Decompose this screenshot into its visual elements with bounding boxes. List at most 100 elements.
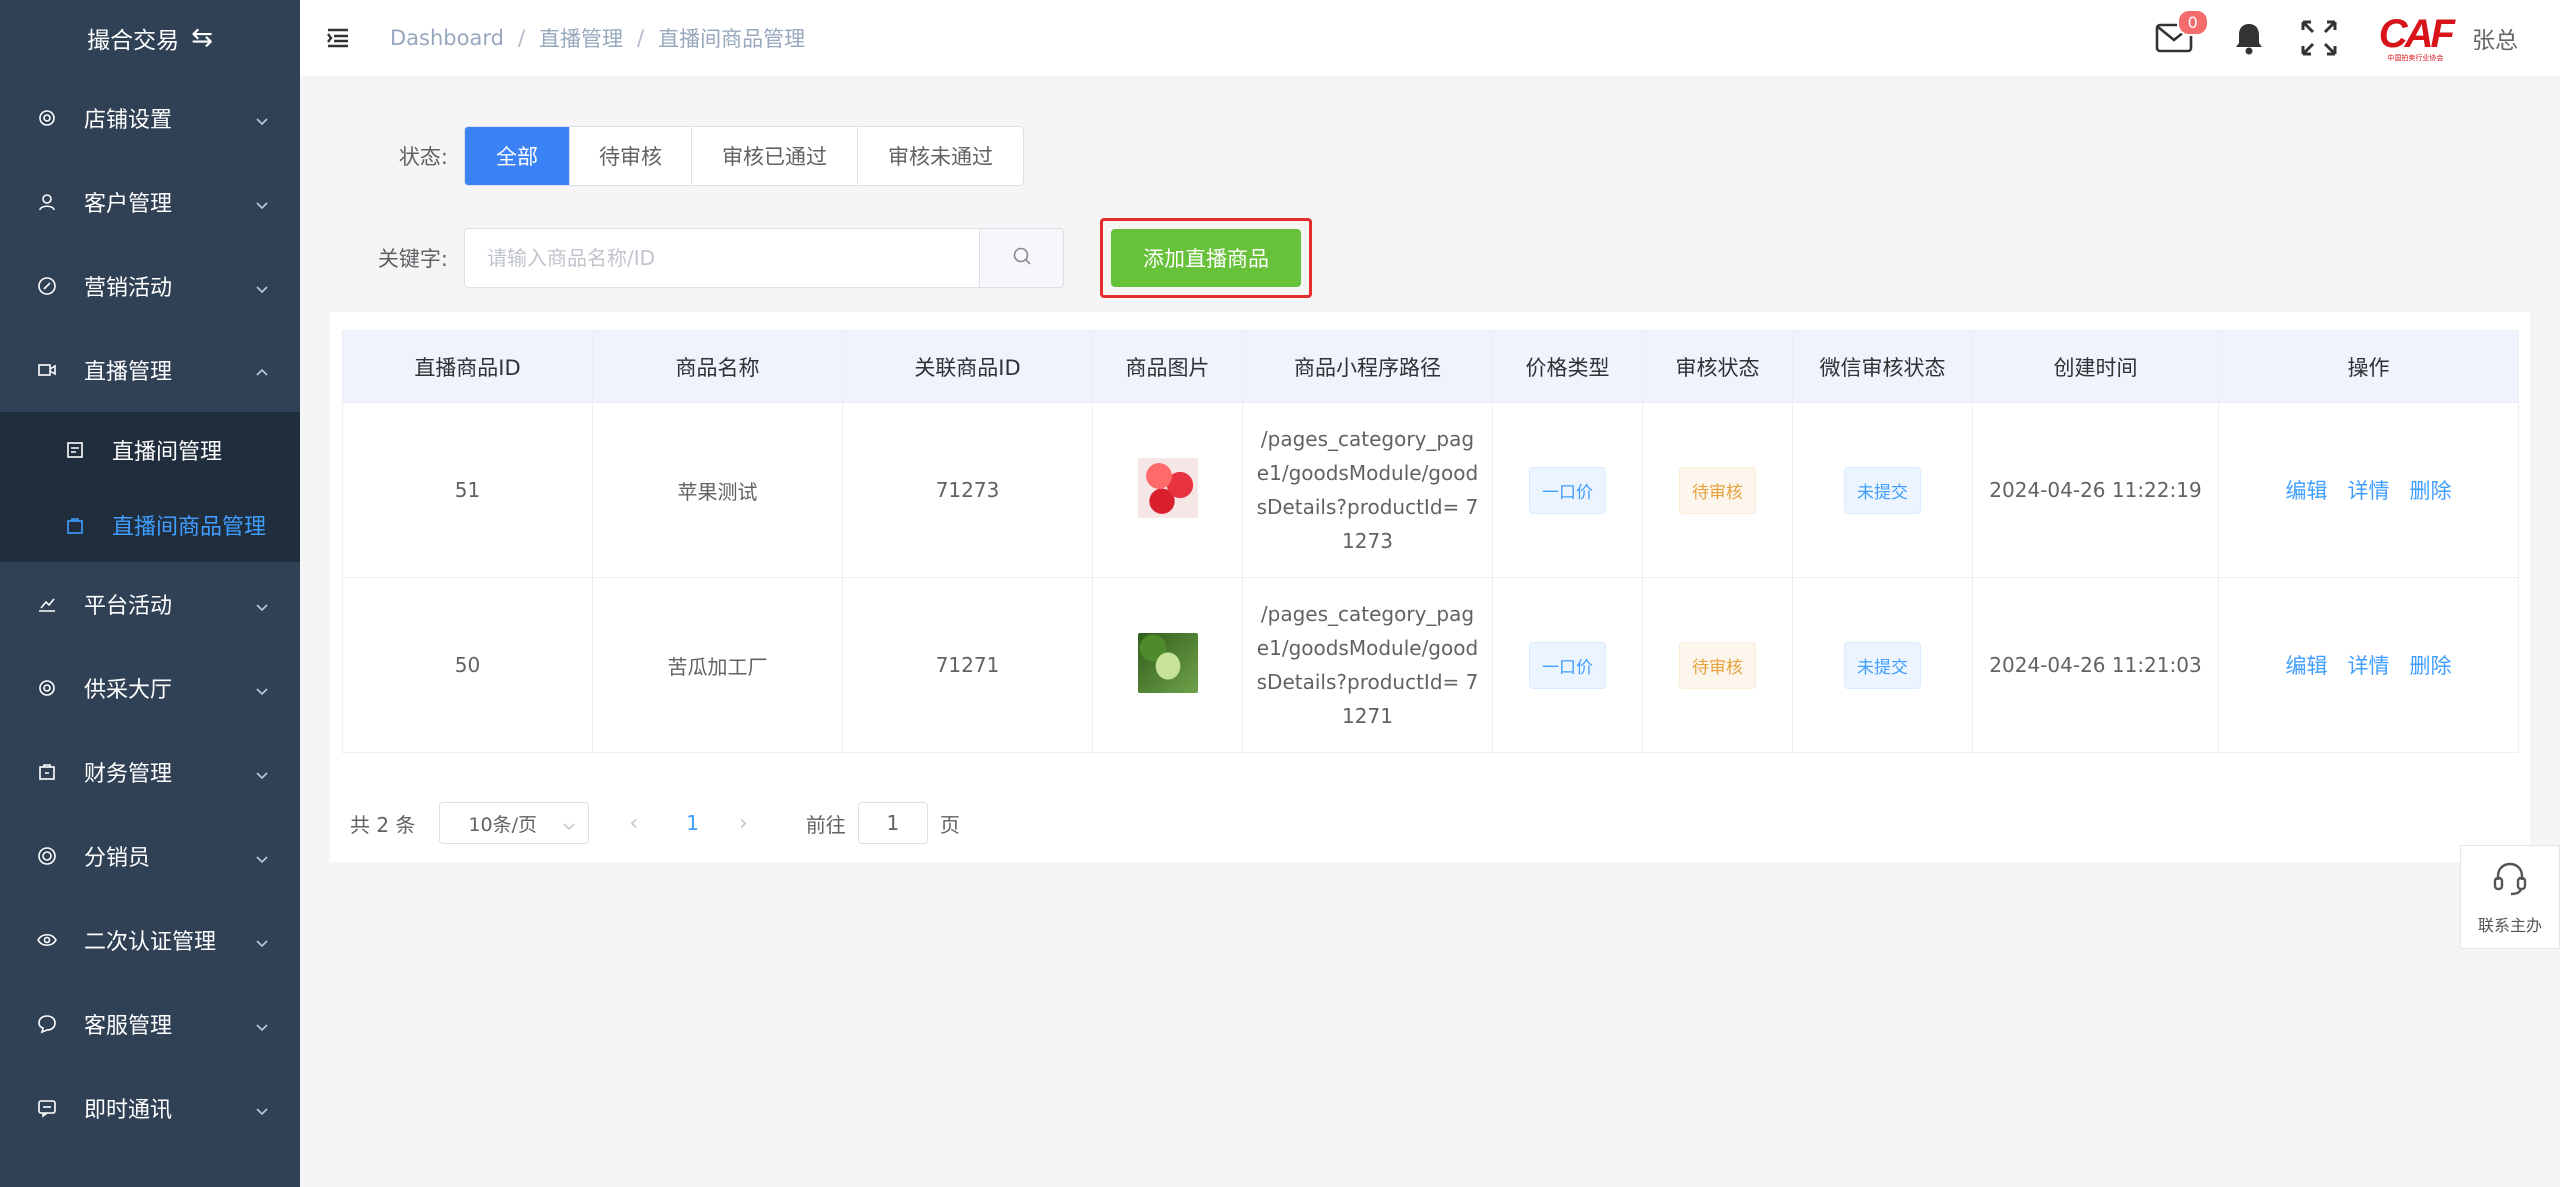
sidebar-item-distributor[interactable]: 分销员 xyxy=(0,814,300,898)
cell-wx-audit: 未提交 xyxy=(1792,577,1973,753)
sidebar-item-live[interactable]: 直播管理 xyxy=(0,328,300,412)
menu-toggle-icon[interactable] xyxy=(326,25,352,51)
wx-audit-status-tag: 未提交 xyxy=(1844,466,1921,514)
page-size-select[interactable]: 10条/页 xyxy=(439,802,590,844)
cell-ops: 编辑 详情 删除 xyxy=(2218,577,2519,753)
chevron-down-icon xyxy=(254,680,270,705)
delete-link[interactable]: 删除 xyxy=(2410,479,2452,503)
search-button[interactable] xyxy=(979,229,1063,287)
chevron-down-icon xyxy=(254,110,270,135)
add-live-goods-button[interactable]: 添加直播商品 xyxy=(1111,229,1301,287)
cell-path: /pages_category_page1/goodsModule/goodsD… xyxy=(1242,577,1493,753)
cell-name: 苹果测试 xyxy=(592,402,843,578)
price-type-tag: 一口价 xyxy=(1529,466,1606,514)
column-header: 商品图片 xyxy=(1092,330,1243,403)
fullscreen-icon[interactable] xyxy=(2299,18,2339,58)
sidebar-item-finance[interactable]: 财务管理 xyxy=(0,730,300,814)
detail-link[interactable]: 详情 xyxy=(2348,654,2390,678)
sidebar-item-im[interactable]: 即时通讯 xyxy=(0,1066,300,1150)
brand-title: 撮合交易 xyxy=(87,28,180,54)
table-row: 50 苦瓜加工厂 71271 /pages_category_page1/goo… xyxy=(342,577,2519,753)
sidebar-item-live-room[interactable]: 直播间管理 xyxy=(0,412,300,487)
sidebar-item-label: 营销活动 xyxy=(84,276,173,301)
sidebar-item-store-settings[interactable]: 店铺设置 xyxy=(0,76,300,160)
next-page-button[interactable]: › xyxy=(739,811,748,836)
edit-link[interactable]: 编辑 xyxy=(2286,479,2328,503)
goto-page-input[interactable]: 1 xyxy=(857,802,928,844)
cell-price-type: 一口价 xyxy=(1492,402,1643,578)
chevron-down-icon xyxy=(254,278,270,303)
status-filter-row: 状态: 全部 待审核 审核已通过 审核未通过 xyxy=(300,126,1024,186)
logo-text: CAF xyxy=(2378,11,2455,56)
sidebar-item-supply-hall[interactable]: 供采大厅 xyxy=(0,646,300,730)
sidebar-item-marketing[interactable]: 营销活动 xyxy=(0,244,300,328)
sidebar-item-label: 即时通讯 xyxy=(84,1098,173,1123)
keyword-input[interactable] xyxy=(465,229,979,287)
edit-link[interactable]: 编辑 xyxy=(2286,654,2328,678)
cell-image xyxy=(1092,402,1243,578)
sidebar-item-platform-activity[interactable]: 平台活动 xyxy=(0,562,300,646)
column-header: 关联商品ID xyxy=(842,330,1093,403)
page-number[interactable]: 1 xyxy=(686,811,699,835)
swap-icon[interactable]: ⇆ xyxy=(191,23,213,53)
sidebar-item-label: 二次认证管理 xyxy=(84,930,217,955)
product-image-apples[interactable] xyxy=(1137,457,1198,518)
cell-image xyxy=(1092,577,1243,753)
brand: 撮合交易 ⇆ xyxy=(0,0,300,76)
prev-page-button[interactable]: ‹ xyxy=(629,811,638,836)
sidebar-item-live-goods[interactable]: 直播间商品管理 xyxy=(0,487,300,562)
breadcrumb-live[interactable]: 直播管理 xyxy=(539,23,623,53)
chat-bubble-icon xyxy=(36,1013,58,1035)
cell-path: /pages_category_page1/goodsModule/goodsD… xyxy=(1242,402,1493,578)
breadcrumb-current: 直播间商品管理 xyxy=(658,27,806,51)
contact-label: 联系主办 xyxy=(2477,916,2542,935)
cell-name: 苦瓜加工厂 xyxy=(592,577,843,753)
bell-icon[interactable] xyxy=(2233,21,2265,55)
sidebar-item-label: 供采大厅 xyxy=(84,678,173,703)
column-header: 创建时间 xyxy=(1972,330,2219,403)
eye-icon xyxy=(36,929,58,951)
sidebar-item-customer-service[interactable]: 客服管理 xyxy=(0,982,300,1066)
keyword-search xyxy=(464,228,1064,288)
sidebar-item-label: 直播间商品管理 xyxy=(112,514,267,540)
mail-icon[interactable]: 0 xyxy=(2155,9,2209,53)
cell-created: 2024-04-26 11:22:19 xyxy=(1972,402,2219,578)
detail-link[interactable]: 详情 xyxy=(2348,479,2390,503)
sidebar-item-2fa[interactable]: 二次认证管理 xyxy=(0,898,300,982)
product-image-bitter-melon[interactable] xyxy=(1137,632,1198,693)
message-icon xyxy=(36,1097,58,1119)
status-option-all[interactable]: 全部 xyxy=(465,127,569,185)
brand-logo: CAF 中国拍卖行业协会 xyxy=(2378,11,2455,63)
sidebar-item-customers[interactable]: 客户管理 xyxy=(0,160,300,244)
contact-organizer-button[interactable]: 联系主办 xyxy=(2460,845,2560,949)
gear-icon xyxy=(36,677,58,699)
keyword-label: 关键字: xyxy=(377,247,448,271)
status-option-pending[interactable]: 待审核 xyxy=(569,127,691,185)
sidebar-item-label: 财务管理 xyxy=(84,762,173,787)
status-segmented-control: 全部 待审核 审核已通过 审核未通过 xyxy=(464,126,1024,186)
cell-id: 51 xyxy=(342,402,593,578)
cell-audit: 待审核 xyxy=(1642,577,1793,753)
status-label: 状态: xyxy=(398,145,448,169)
status-option-approved[interactable]: 审核已通过 xyxy=(691,127,857,185)
username[interactable]: 张总 xyxy=(2472,21,2518,55)
top-header: Dashboard / 直播管理 / 直播间商品管理 0 CAF 中国拍卖行业协… xyxy=(300,0,2560,76)
sidebar-item-label: 平台活动 xyxy=(84,594,173,619)
column-header: 直播商品ID xyxy=(342,330,593,403)
price-type-tag: 一口价 xyxy=(1529,641,1606,689)
status-option-rejected[interactable]: 审核未通过 xyxy=(857,127,1023,185)
video-camera-icon xyxy=(36,359,58,381)
cell-price-type: 一口价 xyxy=(1492,577,1643,753)
breadcrumb-dashboard[interactable]: Dashboard xyxy=(390,26,504,50)
sidebar: 撮合交易 ⇆ 店铺设置 客户管理 营销活动 直播管理 直播间管理 直播间商品管理… xyxy=(0,0,300,1187)
table-header-row: 直播商品ID 商品名称 关联商品ID 商品图片 商品小程序路径 价格类型 审核状… xyxy=(342,330,2519,403)
table-panel: 直播商品ID 商品名称 关联商品ID 商品图片 商品小程序路径 价格类型 审核状… xyxy=(330,312,2530,862)
headset-icon xyxy=(2490,858,2530,902)
sidebar-item-label: 直播间管理 xyxy=(112,439,223,465)
chevron-down-icon xyxy=(254,764,270,789)
logo-subtext: 中国拍卖行业协会 xyxy=(2387,53,2444,62)
audit-status-tag: 待审核 xyxy=(1679,466,1756,514)
delete-link[interactable]: 删除 xyxy=(2410,654,2452,678)
live-submenu: 直播间管理 直播间商品管理 xyxy=(0,412,300,562)
column-header: 审核状态 xyxy=(1642,330,1793,403)
